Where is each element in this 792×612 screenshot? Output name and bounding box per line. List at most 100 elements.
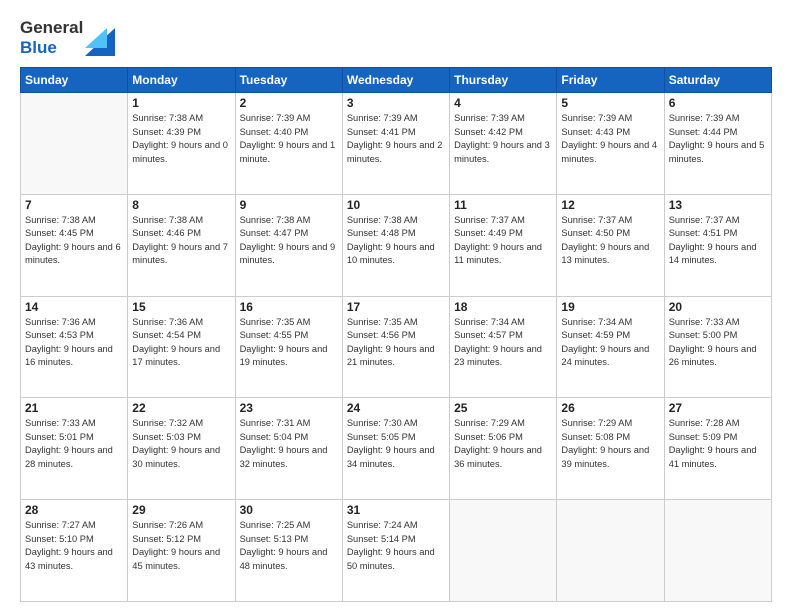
day-number: 5 — [561, 96, 659, 110]
day-info: Sunrise: 7:37 AMSunset: 4:50 PMDaylight:… — [561, 214, 659, 268]
day-number: 19 — [561, 300, 659, 314]
day-number: 29 — [132, 503, 230, 517]
day-number: 7 — [25, 198, 123, 212]
calendar-cell: 24 Sunrise: 7:30 AMSunset: 5:05 PMDaylig… — [342, 398, 449, 500]
day-info: Sunrise: 7:26 AMSunset: 5:12 PMDaylight:… — [132, 519, 230, 573]
day-info: Sunrise: 7:35 AMSunset: 4:56 PMDaylight:… — [347, 316, 445, 370]
calendar-cell: 25 Sunrise: 7:29 AMSunset: 5:06 PMDaylig… — [450, 398, 557, 500]
weekday-header-friday: Friday — [557, 68, 664, 93]
calendar-cell: 7 Sunrise: 7:38 AMSunset: 4:45 PMDayligh… — [21, 194, 128, 296]
weekday-header-saturday: Saturday — [664, 68, 771, 93]
day-info: Sunrise: 7:33 AMSunset: 5:01 PMDaylight:… — [25, 417, 123, 471]
day-number: 16 — [240, 300, 338, 314]
logo-icon — [85, 20, 115, 56]
day-number: 22 — [132, 401, 230, 415]
day-number: 28 — [25, 503, 123, 517]
calendar-cell: 12 Sunrise: 7:37 AMSunset: 4:50 PMDaylig… — [557, 194, 664, 296]
day-number: 2 — [240, 96, 338, 110]
day-info: Sunrise: 7:28 AMSunset: 5:09 PMDaylight:… — [669, 417, 767, 471]
weekday-header-sunday: Sunday — [21, 68, 128, 93]
calendar-cell: 20 Sunrise: 7:33 AMSunset: 5:00 PMDaylig… — [664, 296, 771, 398]
calendar-cell: 10 Sunrise: 7:38 AMSunset: 4:48 PMDaylig… — [342, 194, 449, 296]
day-info: Sunrise: 7:36 AMSunset: 4:54 PMDaylight:… — [132, 316, 230, 370]
day-info: Sunrise: 7:39 AMSunset: 4:40 PMDaylight:… — [240, 112, 338, 166]
day-number: 14 — [25, 300, 123, 314]
calendar-week-0: 1 Sunrise: 7:38 AMSunset: 4:39 PMDayligh… — [21, 93, 772, 195]
day-info: Sunrise: 7:31 AMSunset: 5:04 PMDaylight:… — [240, 417, 338, 471]
calendar-cell: 21 Sunrise: 7:33 AMSunset: 5:01 PMDaylig… — [21, 398, 128, 500]
day-info: Sunrise: 7:38 AMSunset: 4:46 PMDaylight:… — [132, 214, 230, 268]
weekday-header-wednesday: Wednesday — [342, 68, 449, 93]
day-number: 3 — [347, 96, 445, 110]
day-number: 30 — [240, 503, 338, 517]
day-number: 1 — [132, 96, 230, 110]
day-number: 25 — [454, 401, 552, 415]
weekday-header-monday: Monday — [128, 68, 235, 93]
day-number: 10 — [347, 198, 445, 212]
day-number: 12 — [561, 198, 659, 212]
day-info: Sunrise: 7:38 AMSunset: 4:48 PMDaylight:… — [347, 214, 445, 268]
calendar-cell: 26 Sunrise: 7:29 AMSunset: 5:08 PMDaylig… — [557, 398, 664, 500]
weekday-header-row: SundayMondayTuesdayWednesdayThursdayFrid… — [21, 68, 772, 93]
logo-general: General — [20, 18, 83, 37]
day-info: Sunrise: 7:37 AMSunset: 4:49 PMDaylight:… — [454, 214, 552, 268]
day-info: Sunrise: 7:25 AMSunset: 5:13 PMDaylight:… — [240, 519, 338, 573]
day-info: Sunrise: 7:30 AMSunset: 5:05 PMDaylight:… — [347, 417, 445, 471]
calendar-cell: 9 Sunrise: 7:38 AMSunset: 4:47 PMDayligh… — [235, 194, 342, 296]
calendar-week-1: 7 Sunrise: 7:38 AMSunset: 4:45 PMDayligh… — [21, 194, 772, 296]
logo: General Blue — [20, 18, 115, 57]
calendar-cell: 15 Sunrise: 7:36 AMSunset: 4:54 PMDaylig… — [128, 296, 235, 398]
day-info: Sunrise: 7:39 AMSunset: 4:42 PMDaylight:… — [454, 112, 552, 166]
day-info: Sunrise: 7:34 AMSunset: 4:59 PMDaylight:… — [561, 316, 659, 370]
day-info: Sunrise: 7:32 AMSunset: 5:03 PMDaylight:… — [132, 417, 230, 471]
weekday-header-tuesday: Tuesday — [235, 68, 342, 93]
calendar-cell — [557, 500, 664, 602]
day-number: 15 — [132, 300, 230, 314]
calendar-cell: 5 Sunrise: 7:39 AMSunset: 4:43 PMDayligh… — [557, 93, 664, 195]
day-number: 18 — [454, 300, 552, 314]
day-number: 23 — [240, 401, 338, 415]
day-info: Sunrise: 7:33 AMSunset: 5:00 PMDaylight:… — [669, 316, 767, 370]
calendar-cell: 18 Sunrise: 7:34 AMSunset: 4:57 PMDaylig… — [450, 296, 557, 398]
day-info: Sunrise: 7:37 AMSunset: 4:51 PMDaylight:… — [669, 214, 767, 268]
day-number: 31 — [347, 503, 445, 517]
page: General Blue SundayMondayTuesdayWednesda… — [0, 0, 792, 612]
calendar-cell: 16 Sunrise: 7:35 AMSunset: 4:55 PMDaylig… — [235, 296, 342, 398]
day-info: Sunrise: 7:27 AMSunset: 5:10 PMDaylight:… — [25, 519, 123, 573]
calendar-cell: 3 Sunrise: 7:39 AMSunset: 4:41 PMDayligh… — [342, 93, 449, 195]
calendar-cell: 13 Sunrise: 7:37 AMSunset: 4:51 PMDaylig… — [664, 194, 771, 296]
calendar-cell — [664, 500, 771, 602]
calendar-week-4: 28 Sunrise: 7:27 AMSunset: 5:10 PMDaylig… — [21, 500, 772, 602]
day-info: Sunrise: 7:35 AMSunset: 4:55 PMDaylight:… — [240, 316, 338, 370]
calendar-cell: 8 Sunrise: 7:38 AMSunset: 4:46 PMDayligh… — [128, 194, 235, 296]
calendar-cell: 28 Sunrise: 7:27 AMSunset: 5:10 PMDaylig… — [21, 500, 128, 602]
calendar-cell: 30 Sunrise: 7:25 AMSunset: 5:13 PMDaylig… — [235, 500, 342, 602]
day-info: Sunrise: 7:38 AMSunset: 4:39 PMDaylight:… — [132, 112, 230, 166]
day-number: 17 — [347, 300, 445, 314]
day-info: Sunrise: 7:36 AMSunset: 4:53 PMDaylight:… — [25, 316, 123, 370]
logo-blue: Blue — [20, 38, 57, 57]
calendar-cell: 6 Sunrise: 7:39 AMSunset: 4:44 PMDayligh… — [664, 93, 771, 195]
day-number: 6 — [669, 96, 767, 110]
calendar-week-3: 21 Sunrise: 7:33 AMSunset: 5:01 PMDaylig… — [21, 398, 772, 500]
day-number: 4 — [454, 96, 552, 110]
calendar-week-2: 14 Sunrise: 7:36 AMSunset: 4:53 PMDaylig… — [21, 296, 772, 398]
calendar-cell — [450, 500, 557, 602]
day-info: Sunrise: 7:38 AMSunset: 4:47 PMDaylight:… — [240, 214, 338, 268]
calendar-cell: 22 Sunrise: 7:32 AMSunset: 5:03 PMDaylig… — [128, 398, 235, 500]
calendar-cell: 4 Sunrise: 7:39 AMSunset: 4:42 PMDayligh… — [450, 93, 557, 195]
day-info: Sunrise: 7:29 AMSunset: 5:06 PMDaylight:… — [454, 417, 552, 471]
day-number: 20 — [669, 300, 767, 314]
day-info: Sunrise: 7:39 AMSunset: 4:44 PMDaylight:… — [669, 112, 767, 166]
calendar-cell: 17 Sunrise: 7:35 AMSunset: 4:56 PMDaylig… — [342, 296, 449, 398]
calendar-table: SundayMondayTuesdayWednesdayThursdayFrid… — [20, 67, 772, 602]
day-info: Sunrise: 7:24 AMSunset: 5:14 PMDaylight:… — [347, 519, 445, 573]
weekday-header-thursday: Thursday — [450, 68, 557, 93]
day-info: Sunrise: 7:38 AMSunset: 4:45 PMDaylight:… — [25, 214, 123, 268]
day-info: Sunrise: 7:39 AMSunset: 4:43 PMDaylight:… — [561, 112, 659, 166]
calendar-cell: 11 Sunrise: 7:37 AMSunset: 4:49 PMDaylig… — [450, 194, 557, 296]
day-number: 9 — [240, 198, 338, 212]
day-number: 13 — [669, 198, 767, 212]
calendar-cell: 14 Sunrise: 7:36 AMSunset: 4:53 PMDaylig… — [21, 296, 128, 398]
calendar-cell: 19 Sunrise: 7:34 AMSunset: 4:59 PMDaylig… — [557, 296, 664, 398]
